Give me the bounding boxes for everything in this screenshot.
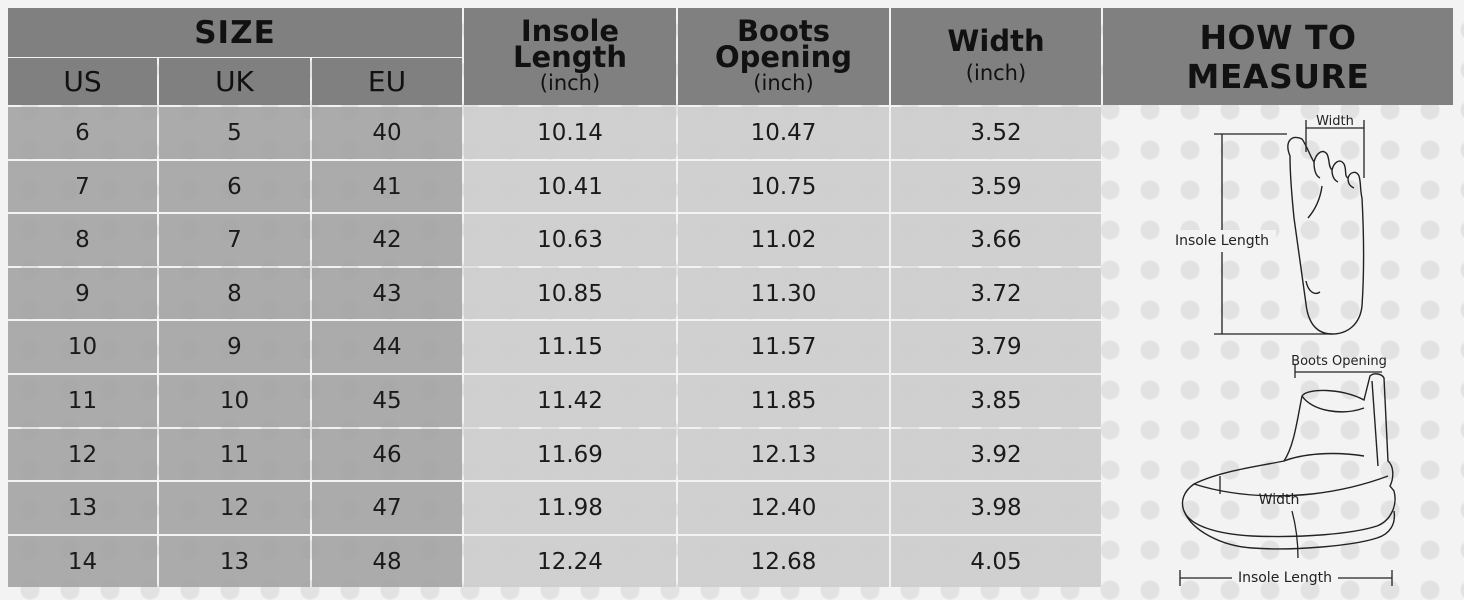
cell-eu: 48: [312, 536, 462, 587]
cell-us: 7: [8, 161, 157, 212]
width-header: Width (inch): [891, 8, 1101, 105]
cell-insole: 10.14: [464, 107, 676, 159]
cell-us: 8: [8, 214, 157, 266]
cell-width: 3.52: [891, 107, 1101, 159]
cell-uk: 13: [159, 536, 310, 587]
width-header-label: Width: [947, 24, 1045, 59]
insole-header-unit: (inch): [539, 70, 601, 95]
boot-width-label: Width: [1259, 492, 1300, 508]
eu-header: EU: [312, 58, 462, 105]
cell-width: 3.92: [891, 429, 1101, 480]
cell-eu: 44: [312, 321, 462, 373]
opening-header-line2: Opening: [714, 40, 853, 74]
insole-length-header: Insole Length (inch): [464, 8, 676, 105]
cell-uk: 8: [159, 268, 310, 319]
cell-eu: 41: [312, 161, 462, 212]
cell-opening: 11.02: [678, 214, 889, 266]
cell-width: 3.59: [891, 161, 1101, 212]
cell-insole: 11.42: [464, 375, 676, 427]
cell-width: 3.72: [891, 268, 1101, 319]
cell-eu: 40: [312, 107, 462, 159]
cell-us: 14: [8, 536, 157, 587]
cell-width: 3.79: [891, 321, 1101, 373]
cell-uk: 11: [159, 429, 310, 480]
cell-opening: 11.85: [678, 375, 889, 427]
cell-eu: 45: [312, 375, 462, 427]
cell-uk: 5: [159, 107, 310, 159]
cell-us: 11: [8, 375, 157, 427]
foot-insole-length-label: Insole Length: [1175, 233, 1269, 249]
cell-insole: 11.15: [464, 321, 676, 373]
cell-uk: 7: [159, 214, 310, 266]
cell-us: 12: [8, 429, 157, 480]
boot-dimension-lines: [1179, 364, 1393, 586]
foot-outline-icon: [1287, 136, 1365, 335]
us-header: US: [8, 58, 157, 105]
cell-width: 3.85: [891, 375, 1101, 427]
cell-eu: 43: [312, 268, 462, 319]
cell-insole: 12.24: [464, 536, 676, 587]
cell-us: 9: [8, 268, 157, 319]
cell-opening: 11.30: [678, 268, 889, 319]
cell-us: 13: [8, 482, 157, 534]
boot-insole-length-label: Insole Length: [1238, 570, 1332, 586]
uk-header: UK: [159, 58, 310, 105]
cell-insole: 11.98: [464, 482, 676, 534]
cell-us: 6: [8, 107, 157, 159]
cell-width: 3.66: [891, 214, 1101, 266]
cell-eu: 42: [312, 214, 462, 266]
boot-outline-icon: [1181, 373, 1396, 550]
boot-opening-label: Boots Opening: [1291, 354, 1387, 369]
cell-width: 3.98: [891, 482, 1101, 534]
how-to-measure-header: HOW TO MEASURE: [1103, 8, 1453, 105]
insole-header-line2: Length: [512, 40, 628, 74]
width-header-unit: (inch): [965, 60, 1027, 85]
cell-eu: 47: [312, 482, 462, 534]
cell-uk: 6: [159, 161, 310, 212]
cell-us: 10: [8, 321, 157, 373]
cell-uk: 10: [159, 375, 310, 427]
how-to-measure-diagram: Insole Length Width Boots Opening Width …: [1175, 114, 1396, 586]
cell-opening: 11.57: [678, 321, 889, 373]
cell-uk: 9: [159, 321, 310, 373]
cell-insole: 10.63: [464, 214, 676, 266]
cell-insole: 11.69: [464, 429, 676, 480]
cell-opening: 12.40: [678, 482, 889, 534]
cell-opening: 10.75: [678, 161, 889, 212]
cell-opening: 12.13: [678, 429, 889, 480]
foot-width-label: Width: [1316, 114, 1354, 129]
cell-opening: 12.68: [678, 536, 889, 587]
cell-insole: 10.41: [464, 161, 676, 212]
cell-insole: 10.85: [464, 268, 676, 319]
boots-opening-header: Boots Opening (inch): [678, 8, 889, 105]
cell-width: 4.05: [891, 536, 1101, 587]
cell-eu: 46: [312, 429, 462, 480]
cell-opening: 10.47: [678, 107, 889, 159]
cell-uk: 12: [159, 482, 310, 534]
opening-header-unit: (inch): [753, 70, 814, 95]
size-header: SIZE: [8, 8, 462, 57]
